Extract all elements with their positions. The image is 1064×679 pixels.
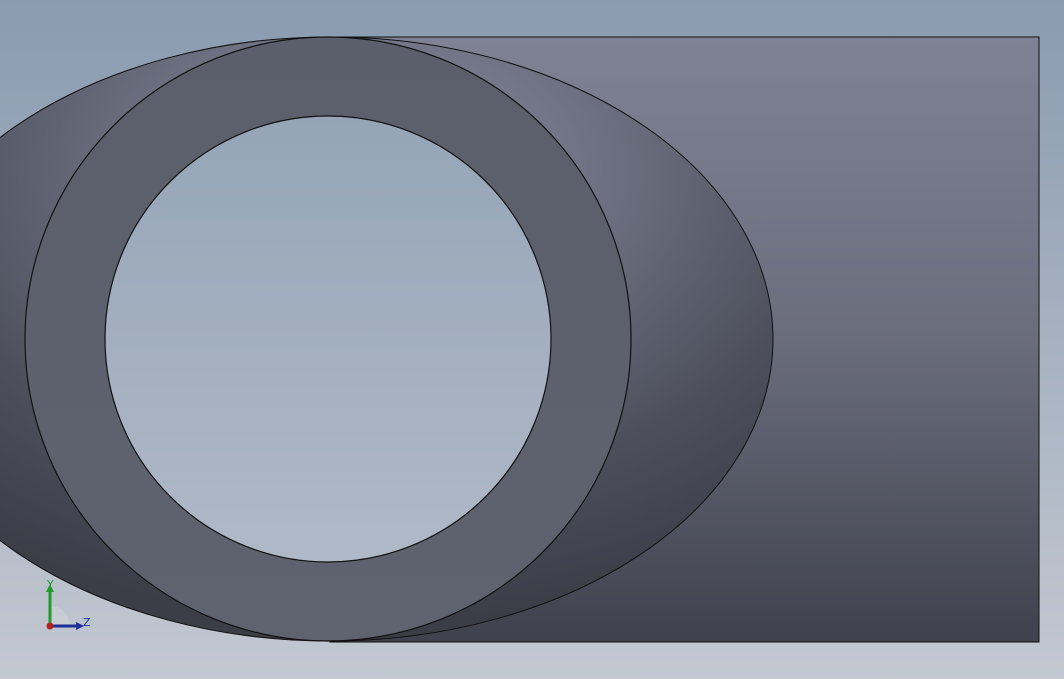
y-axis-label: Y: [46, 578, 54, 591]
graphics-viewport[interactable]: Y Z: [0, 0, 1064, 679]
triad-quadrant: [50, 606, 70, 626]
triad-origin-icon: [46, 622, 54, 630]
orientation-triad[interactable]: Y Z: [38, 578, 98, 638]
model-scene[interactable]: [0, 0, 1064, 679]
tube-bore[interactable]: [104, 115, 552, 563]
z-axis-label: Z: [83, 616, 91, 629]
